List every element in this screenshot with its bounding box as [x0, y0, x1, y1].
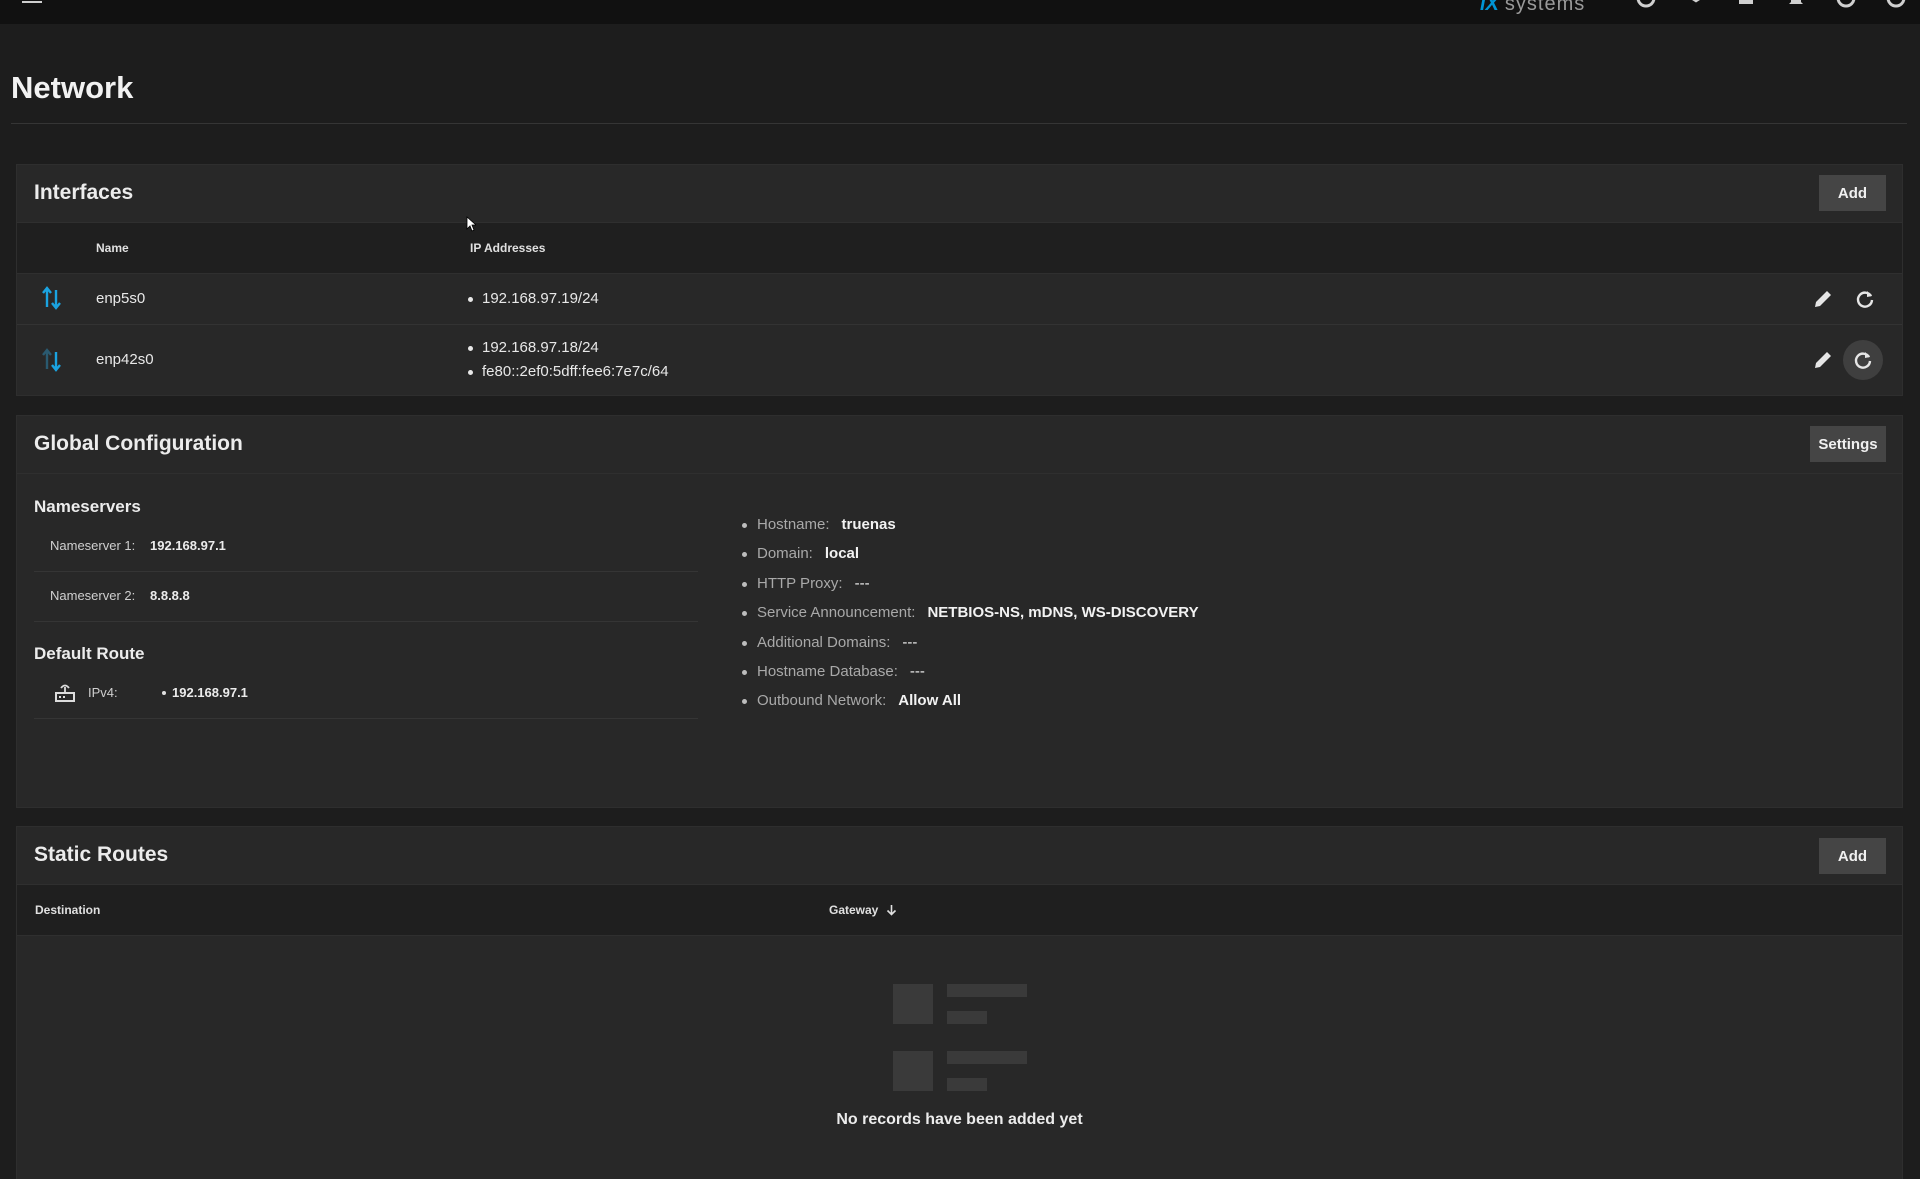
detail-http-proxy: HTTP Proxy: --- [741, 569, 1199, 598]
interfaces-table-header: Name IP Addresses [17, 223, 1902, 274]
interface-name: enp42s0 [96, 351, 154, 368]
column-name[interactable]: Name [96, 241, 129, 255]
empty-state-text: No records have been added yet [836, 1111, 1083, 1128]
add-static-route-button[interactable]: Add [1819, 838, 1886, 874]
global-configuration-header: Global Configuration Settings [17, 416, 1902, 474]
menu-icon[interactable] [22, 0, 42, 6]
nameserver-label: Nameserver 2: [50, 588, 136, 603]
brand-text: systems [1504, 0, 1586, 15]
static-routes-header: Static Routes Add [17, 827, 1902, 885]
jobs-icon[interactable] [1736, 0, 1756, 8]
static-routes-card: Static Routes Add Destination Gateway No… [16, 826, 1903, 1179]
table-row[interactable]: enp5s0 192.168.97.19/24 [17, 274, 1902, 325]
reset-icon[interactable] [1843, 340, 1883, 380]
detail-hostname-database: Hostname Database: --- [741, 657, 1199, 686]
default-route-title: Default Route [34, 644, 145, 663]
ip-address: 192.168.97.18/24 [467, 336, 669, 360]
ip-address-list: 192.168.97.19/24 [467, 287, 599, 311]
global-configuration-card: Global Configuration Settings Nameserver… [16, 415, 1903, 808]
static-routes-title: Static Routes [34, 843, 169, 866]
link-up-down-icon [42, 286, 61, 310]
ip-address: 192.168.97.19/24 [467, 287, 599, 311]
detail-domain: Domain: local [741, 539, 1199, 568]
interfaces-card: Interfaces Add Name IP Addresses enp5s0 … [16, 164, 1903, 396]
detail-key: Domain: [757, 545, 813, 563]
title-divider [11, 123, 1907, 124]
power-icon[interactable] [1886, 0, 1906, 8]
default-route-row: IPv4: 192.168.97.1 [34, 669, 698, 719]
nameserver-label: Nameserver 1: [50, 538, 136, 553]
ip-address: fe80::2ef0:5dff:fee6:7e7c/64 [467, 360, 669, 384]
nameserver-row: Nameserver 2: 8.8.8.8 [34, 572, 698, 622]
detail-value: local [824, 545, 860, 563]
detail-key: Hostname: [757, 516, 830, 533]
truecommand-icon[interactable] [1636, 0, 1656, 8]
static-routes-table-header: Destination Gateway [17, 885, 1902, 936]
column-gateway[interactable]: Gateway [829, 903, 897, 917]
detail-key: Outbound Network: [757, 692, 887, 710]
global-configuration-title: Global Configuration [34, 432, 243, 455]
directory-services-icon[interactable] [1686, 0, 1706, 8]
global-config-details: Hostname: truenas Domain: local HTTP Proxy… [741, 510, 1199, 716]
mouse-cursor-icon [466, 216, 476, 232]
detail-hostname: Hostname: truenas [741, 510, 1199, 539]
edit-icon[interactable] [1811, 287, 1835, 311]
page-title: Network [11, 70, 134, 105]
edit-icon[interactable] [1811, 348, 1835, 372]
detail-service-announcement: Service Announcement: NETBIOS-NS, mDNS, W… [741, 598, 1199, 627]
detail-value: Allow All [898, 692, 962, 710]
ip-address-list: 192.168.97.18/24 fe80::2ef0:5dff:fee6:7e… [467, 336, 669, 384]
detail-additional-domains: Additional Domains: --- [741, 628, 1199, 657]
detail-key: Hostname Database: [757, 662, 898, 680]
column-ip-addresses[interactable]: IP Addresses [470, 241, 545, 255]
detail-value: --- [902, 633, 918, 651]
router-icon [55, 684, 75, 702]
user-icon[interactable] [1836, 0, 1856, 8]
detail-key: Additional Domains: [757, 633, 891, 651]
bullet [162, 691, 166, 695]
ix-logo: iX [1480, 0, 1499, 15]
default-route-label: IPv4: [88, 685, 118, 700]
notifications-icon[interactable] [1786, 0, 1806, 8]
detail-value: truenas [841, 516, 896, 533]
link-down-icon [42, 348, 61, 372]
detail-value: --- [909, 662, 925, 680]
column-gateway-label: Gateway [829, 903, 879, 917]
detail-outbound-network: Outbound Network: Allow All [741, 686, 1199, 715]
detail-key: HTTP Proxy: [757, 574, 843, 592]
top-bar: iX systems [0, 0, 1920, 24]
nameserver-row: Nameserver 1: 192.168.97.1 [34, 522, 698, 572]
brand-logo: iX systems [1480, 0, 1586, 15]
nameservers-title: Nameservers [34, 497, 141, 516]
column-destination[interactable]: Destination [35, 903, 100, 917]
reset-icon[interactable] [1853, 287, 1877, 311]
settings-button[interactable]: Settings [1810, 426, 1886, 462]
default-route-value: 192.168.97.1 [172, 685, 248, 700]
interface-name: enp5s0 [96, 290, 146, 307]
detail-value: NETBIOS-NS, mDNS, WS-DISCOVERY [927, 604, 1199, 622]
detail-key: Service Announcement: [757, 604, 916, 622]
detail-value: --- [854, 574, 870, 592]
sort-arrow-down-icon [886, 905, 896, 916]
table-row[interactable]: enp42s0 192.168.97.18/24 fe80::2ef0:5dff… [17, 325, 1902, 395]
interfaces-title: Interfaces [34, 181, 134, 204]
empty-list-icon [893, 984, 1027, 1091]
nameserver-value: 8.8.8.8 [150, 588, 190, 603]
nameserver-value: 192.168.97.1 [150, 538, 226, 553]
add-interface-button[interactable]: Add [1819, 175, 1886, 211]
interfaces-header: Interfaces Add [17, 165, 1902, 223]
